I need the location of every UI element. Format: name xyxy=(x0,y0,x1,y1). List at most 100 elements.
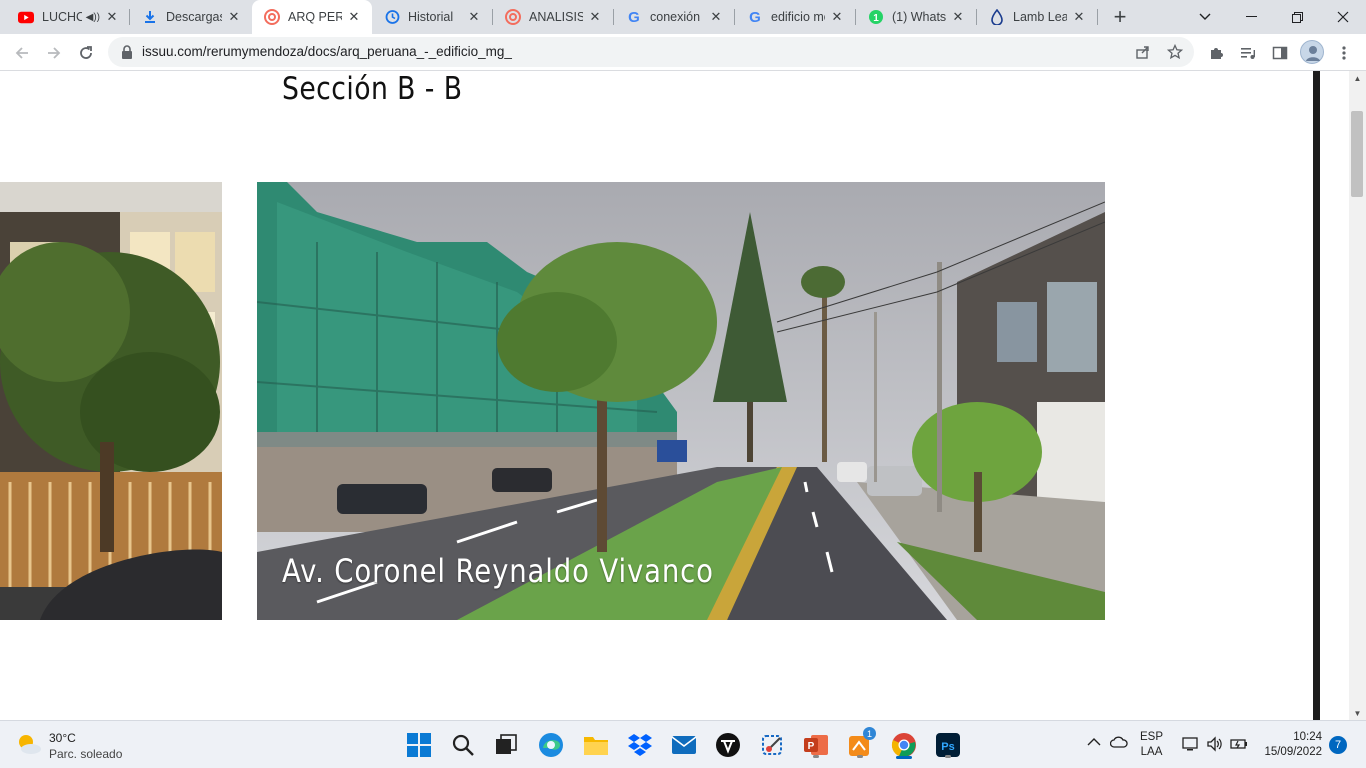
tab-lamb[interactable]: Lamb Lear ✕ xyxy=(977,0,1097,34)
section-title: Sección B - B xyxy=(282,71,463,107)
google-icon: G xyxy=(749,8,761,26)
tab-title: Historial xyxy=(408,10,454,24)
system-clock[interactable]: 10:24 15/09/2022 xyxy=(1258,730,1322,760)
network-icon[interactable] xyxy=(1182,736,1200,755)
close-icon[interactable]: ✕ xyxy=(708,9,724,25)
task-view-icon[interactable] xyxy=(490,729,522,761)
search-icon[interactable] xyxy=(447,729,479,761)
scroll-down-icon[interactable]: ▼ xyxy=(1349,706,1366,720)
running-indicator xyxy=(945,755,951,758)
partly-sunny-icon xyxy=(16,733,42,755)
bookmark-star-icon[interactable] xyxy=(1164,41,1186,63)
close-icon[interactable]: ✕ xyxy=(466,9,482,25)
download-icon xyxy=(142,9,158,25)
tab-arq-peru[interactable]: ARQ PERU ✕ xyxy=(252,0,372,34)
close-icon[interactable]: ✕ xyxy=(829,9,845,25)
clock-time: 10:24 xyxy=(1293,731,1322,743)
profile-avatar[interactable] xyxy=(1300,40,1324,64)
tab-historial[interactable]: Historial ✕ xyxy=(372,0,492,34)
start-button[interactable] xyxy=(403,729,435,761)
tab-whatsapp[interactable]: 1 (1) WhatsA ✕ xyxy=(856,0,976,34)
youtube-icon xyxy=(18,9,34,25)
share-icon[interactable] xyxy=(1132,41,1154,63)
issuu-icon xyxy=(505,9,521,25)
issuu-icon xyxy=(264,9,280,25)
url-text[interactable]: issuu.com/rerumymendoza/docs/arq_peruana… xyxy=(142,44,512,59)
close-window-button[interactable] xyxy=(1320,0,1366,34)
lamb-icon xyxy=(989,9,1005,25)
photoshop-icon[interactable]: Ps xyxy=(932,729,964,761)
notification-count-badge[interactable]: 7 xyxy=(1329,736,1347,754)
tab-analisis[interactable]: ANALISIS ✕ xyxy=(493,0,613,34)
history-icon xyxy=(384,9,400,25)
powerpoint-icon[interactable]: P xyxy=(800,729,832,761)
close-icon[interactable]: ✕ xyxy=(226,9,242,25)
clock-date: 15/09/2022 xyxy=(1264,746,1322,758)
file-explorer-icon[interactable] xyxy=(580,729,612,761)
chevron-up-icon[interactable] xyxy=(1087,735,1101,750)
street-photo: Av. Coronel Reynaldo Vivanco xyxy=(257,182,1105,620)
back-button[interactable] xyxy=(8,39,36,67)
side-panel-icon[interactable] xyxy=(1266,39,1294,67)
media-control-icon[interactable] xyxy=(1234,39,1262,67)
svg-text:1: 1 xyxy=(873,13,879,24)
chrome-icon[interactable] xyxy=(888,729,920,761)
app-badge-icon[interactable]: 1 xyxy=(844,727,876,761)
tab-strip: LUCHO ◀)) ✕ Descargas ✕ ARQ PERU ✕ Histo… xyxy=(0,0,1366,34)
scroll-up-icon[interactable]: ▲ xyxy=(1349,71,1366,85)
tab-title: conexión c xyxy=(650,10,704,24)
reload-button[interactable] xyxy=(72,39,100,67)
restore-button[interactable] xyxy=(1274,0,1320,34)
battery-icon[interactable] xyxy=(1230,736,1248,755)
speaker-icon[interactable]: ◀)) xyxy=(86,12,100,23)
weather-condition: Parc. soleado xyxy=(49,747,123,761)
close-icon[interactable]: ✕ xyxy=(950,9,966,25)
snipping-tool-icon[interactable] xyxy=(756,729,788,761)
tab-edificio[interactable]: G edificio mc ✕ xyxy=(735,0,855,34)
whatsapp-icon: 1 xyxy=(868,9,884,25)
lock-icon[interactable] xyxy=(120,44,136,60)
tab-youtube[interactable]: LUCHO ◀)) ✕ xyxy=(6,0,130,34)
address-bar[interactable]: issuu.com/rerumymendoza/docs/arq_peruana… xyxy=(108,37,1194,67)
tab-title: Lamb Lear xyxy=(1013,10,1067,24)
close-icon[interactable]: ✕ xyxy=(1071,9,1087,25)
tab-title: ARQ PERU xyxy=(288,10,342,24)
page-edge-bar xyxy=(1313,71,1320,720)
mail-icon[interactable] xyxy=(668,729,700,761)
minimize-button[interactable] xyxy=(1228,0,1274,34)
tab-title: (1) WhatsA xyxy=(892,10,946,24)
tab-title: ANALISIS xyxy=(529,10,583,24)
new-tab-button[interactable]: + xyxy=(1108,5,1132,29)
tab-downloads[interactable]: Descargas ✕ xyxy=(130,0,252,34)
close-icon[interactable]: ✕ xyxy=(346,9,362,25)
keyboard-layout: LAA xyxy=(1140,746,1163,758)
vertical-scrollbar[interactable]: ▲ ▼ xyxy=(1349,71,1366,720)
tab-conexion[interactable]: G conexión c ✕ xyxy=(614,0,734,34)
forward-button[interactable] xyxy=(40,39,68,67)
edge-icon[interactable] xyxy=(535,729,567,761)
language-code: ESP xyxy=(1140,731,1164,743)
close-icon[interactable]: ✕ xyxy=(104,9,120,25)
extensions-icon[interactable] xyxy=(1202,39,1230,67)
browser-toolbar: issuu.com/rerumymendoza/docs/arq_peruana… xyxy=(0,34,1366,71)
volume-icon[interactable] xyxy=(1206,736,1224,755)
language-indicator[interactable]: ESP LAA xyxy=(1140,730,1163,760)
scrollbar-thumb[interactable] xyxy=(1351,111,1363,197)
tab-title: edificio mc xyxy=(771,10,825,24)
google-icon: G xyxy=(628,8,640,26)
photo-caption: Av. Coronel Reynaldo Vivanco xyxy=(282,552,714,590)
weather-widget[interactable]: 30°C Parc. soleado xyxy=(16,729,146,763)
tab-title: LUCHO xyxy=(42,10,82,24)
svg-text:P: P xyxy=(808,741,815,752)
close-icon[interactable]: ✕ xyxy=(587,9,603,25)
menu-icon[interactable] xyxy=(1330,39,1358,67)
onedrive-icon[interactable] xyxy=(1109,736,1128,751)
running-indicator xyxy=(813,755,819,758)
svg-text:Ps: Ps xyxy=(941,741,954,753)
windows-taskbar: 30°C Parc. soleado P 1 Ps ESP LAA 10:24 … xyxy=(0,720,1366,768)
page-content: Sección B - B Av. Coronel Reynaldo Vivan… xyxy=(0,71,1366,720)
dropbox-icon[interactable] xyxy=(624,729,656,761)
weather-temperature: 30°C xyxy=(49,731,76,745)
capcut-icon[interactable] xyxy=(712,729,744,761)
tab-search-button[interactable] xyxy=(1182,0,1228,34)
